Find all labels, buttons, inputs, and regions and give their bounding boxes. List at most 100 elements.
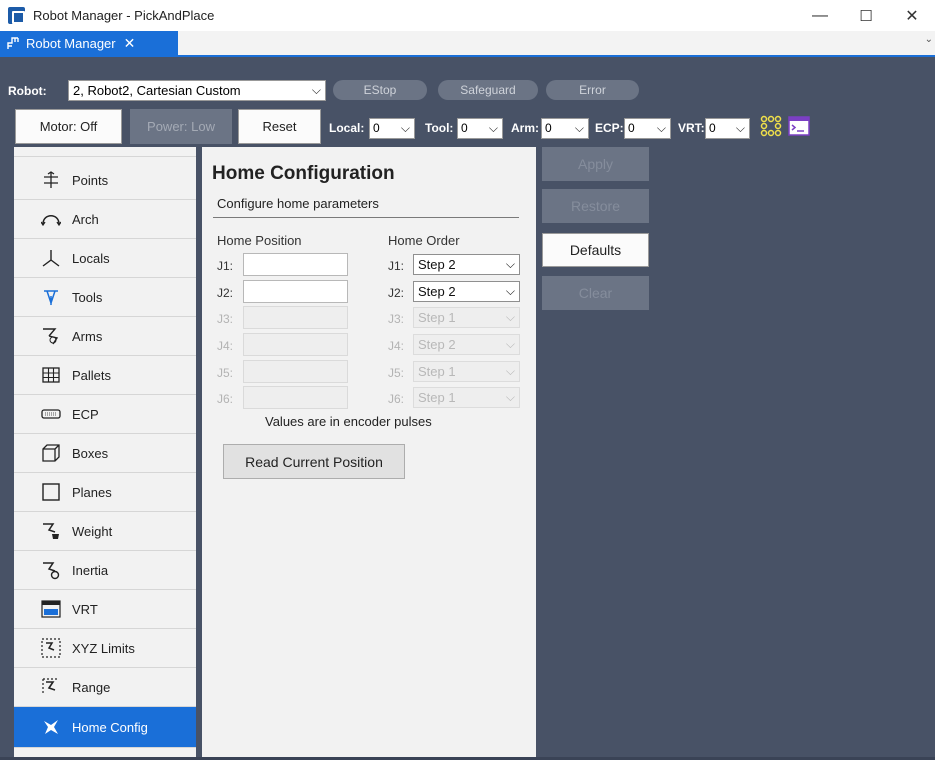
maximize-button[interactable]: ☐: [843, 0, 889, 31]
sidebar-item-label: Home Config: [72, 719, 148, 735]
j3-order-select[interactable]: Step 1 ⌵: [413, 307, 520, 328]
sidebar-item-range[interactable]: Range: [14, 668, 196, 707]
sidebar-item-label: XYZ Limits: [72, 640, 135, 656]
joint-label: J5:: [388, 366, 405, 380]
tab-close-icon[interactable]: ✕: [124, 35, 136, 52]
sidebar-item-label: Boxes: [72, 445, 109, 461]
range-icon: [40, 677, 62, 697]
sidebar-item-arms[interactable]: Arms: [14, 317, 196, 356]
title-bar: Robot Manager - PickAndPlace — ☐ ✕: [0, 0, 935, 31]
j4-order-select[interactable]: Step 2 ⌵: [413, 334, 520, 355]
app-icon: [8, 7, 25, 24]
j5-position-input[interactable]: [243, 360, 348, 383]
j2-position-input[interactable]: [243, 280, 348, 303]
boxes-icon: [40, 443, 62, 463]
vrt-select[interactable]: 0 ⌵: [705, 118, 750, 139]
planes-icon: [40, 482, 62, 502]
divider: [213, 217, 519, 218]
joint-label: J2:: [217, 286, 234, 300]
j5-order-value: Step 1: [418, 364, 456, 379]
j4-position-input[interactable]: [243, 333, 348, 356]
sidebar-item-label: Pallets: [72, 367, 112, 383]
minimize-button[interactable]: —: [797, 0, 843, 31]
j6-position-input[interactable]: [243, 386, 348, 409]
tool-select[interactable]: 0 ⌵: [457, 118, 503, 139]
j4-order-value: Step 2: [418, 337, 456, 352]
chevron-down-icon: ⌵: [505, 364, 515, 378]
j2-order-select[interactable]: Step 2 ⌵: [413, 281, 520, 302]
j1-position-input[interactable]: [243, 253, 348, 276]
defaults-button[interactable]: Defaults: [542, 233, 649, 267]
joint-label: J3:: [388, 312, 405, 326]
units-note: Values are in encoder pulses: [265, 414, 432, 429]
chevron-down-icon: ⌵: [574, 121, 584, 135]
safeguard-status: Safeguard: [438, 80, 538, 100]
joint-label: J6:: [217, 392, 234, 406]
sidebar-item-ecp[interactable]: ECP: [14, 395, 196, 434]
command-window-icon[interactable]: [788, 116, 810, 136]
sidebar-item-inertia[interactable]: Inertia: [14, 551, 196, 590]
page-title: Home Configuration: [212, 163, 395, 184]
tab-strip: Robot Manager ✕ ⌄: [0, 31, 935, 57]
sidebar-item-weight[interactable]: Weight: [14, 512, 196, 551]
tab-robot-manager[interactable]: Robot Manager ✕: [0, 31, 178, 55]
page-subtitle: Configure home parameters: [217, 196, 379, 211]
apply-button[interactable]: Apply: [542, 147, 649, 181]
ecp-icon: [40, 404, 62, 424]
chevron-down-icon: ⌵: [505, 257, 515, 271]
window-title: Robot Manager - PickAndPlace: [33, 8, 215, 23]
sidebar-item-planes[interactable]: Planes: [14, 473, 196, 512]
j6-order-value: Step 1: [418, 390, 456, 405]
tab-overflow-icon[interactable]: ⌄: [925, 34, 933, 45]
chevron-down-icon: ⌵: [656, 121, 666, 135]
ecp-select-value: 0: [628, 121, 635, 135]
sidebar-item-boxes[interactable]: Boxes: [14, 434, 196, 473]
home-order-header: Home Order: [388, 233, 460, 248]
joint-label: J5:: [217, 366, 234, 380]
motor-button[interactable]: Motor: Off: [15, 109, 122, 144]
j6-order-select[interactable]: Step 1 ⌵: [413, 387, 520, 408]
j3-position-input[interactable]: [243, 306, 348, 329]
sidebar-item-pallets[interactable]: Pallets: [14, 356, 196, 395]
home-position-header: Home Position: [217, 233, 302, 248]
reset-button[interactable]: Reset: [238, 109, 321, 144]
locals-icon: [40, 248, 62, 268]
vrt-label: VRT:: [678, 121, 705, 135]
pallets-icon: [40, 365, 62, 385]
read-current-position-button[interactable]: Read Current Position: [223, 444, 405, 479]
close-button[interactable]: ✕: [889, 0, 935, 31]
ecp-select[interactable]: 0 ⌵: [624, 118, 671, 139]
arm-select[interactable]: 0 ⌵: [541, 118, 589, 139]
sidebar-item-locals[interactable]: Locals: [14, 239, 196, 278]
home-config-icon: [40, 717, 62, 737]
j5-order-select[interactable]: Step 1 ⌵: [413, 361, 520, 382]
chevron-down-icon: ⌵: [505, 310, 515, 324]
sidebar-item-points[interactable]: Points: [14, 161, 196, 200]
sidebar-item-vrt[interactable]: VRT: [14, 590, 196, 629]
power-button[interactable]: Power: Low: [130, 109, 232, 144]
estop-status: EStop: [333, 80, 427, 100]
io-monitor-icon[interactable]: [758, 113, 784, 139]
local-select[interactable]: 0 ⌵: [369, 118, 415, 139]
arm-select-value: 0: [545, 121, 552, 135]
sidebar-item-partial[interactable]: [14, 147, 196, 157]
joint-label: J4:: [217, 339, 234, 353]
tool-label: Tool:: [425, 121, 454, 135]
joint-label: J1:: [388, 259, 405, 273]
arm-label: Arm:: [511, 121, 540, 135]
sidebar-item-label: VRT: [72, 601, 98, 617]
j1-order-select[interactable]: Step 2 ⌵: [413, 254, 520, 275]
robot-select[interactable]: 2, Robot2, Cartesian Custom ⌵: [68, 80, 326, 101]
joint-label: J2:: [388, 286, 405, 300]
joint-label: J3:: [217, 312, 234, 326]
sidebar-item-tools[interactable]: Tools: [14, 278, 196, 317]
sidebar-item-xyz-limits[interactable]: XYZ Limits: [14, 629, 196, 668]
restore-button[interactable]: Restore: [542, 189, 649, 223]
sidebar-item-label: Weight: [72, 523, 113, 539]
robot-manager-icon: [6, 35, 22, 51]
sidebar-item-home-config[interactable]: Home Config: [14, 707, 196, 748]
error-status: Error: [546, 80, 639, 100]
clear-button[interactable]: Clear: [542, 276, 649, 310]
weight-icon: [40, 521, 62, 541]
sidebar-item-arch[interactable]: Arch: [14, 200, 196, 239]
